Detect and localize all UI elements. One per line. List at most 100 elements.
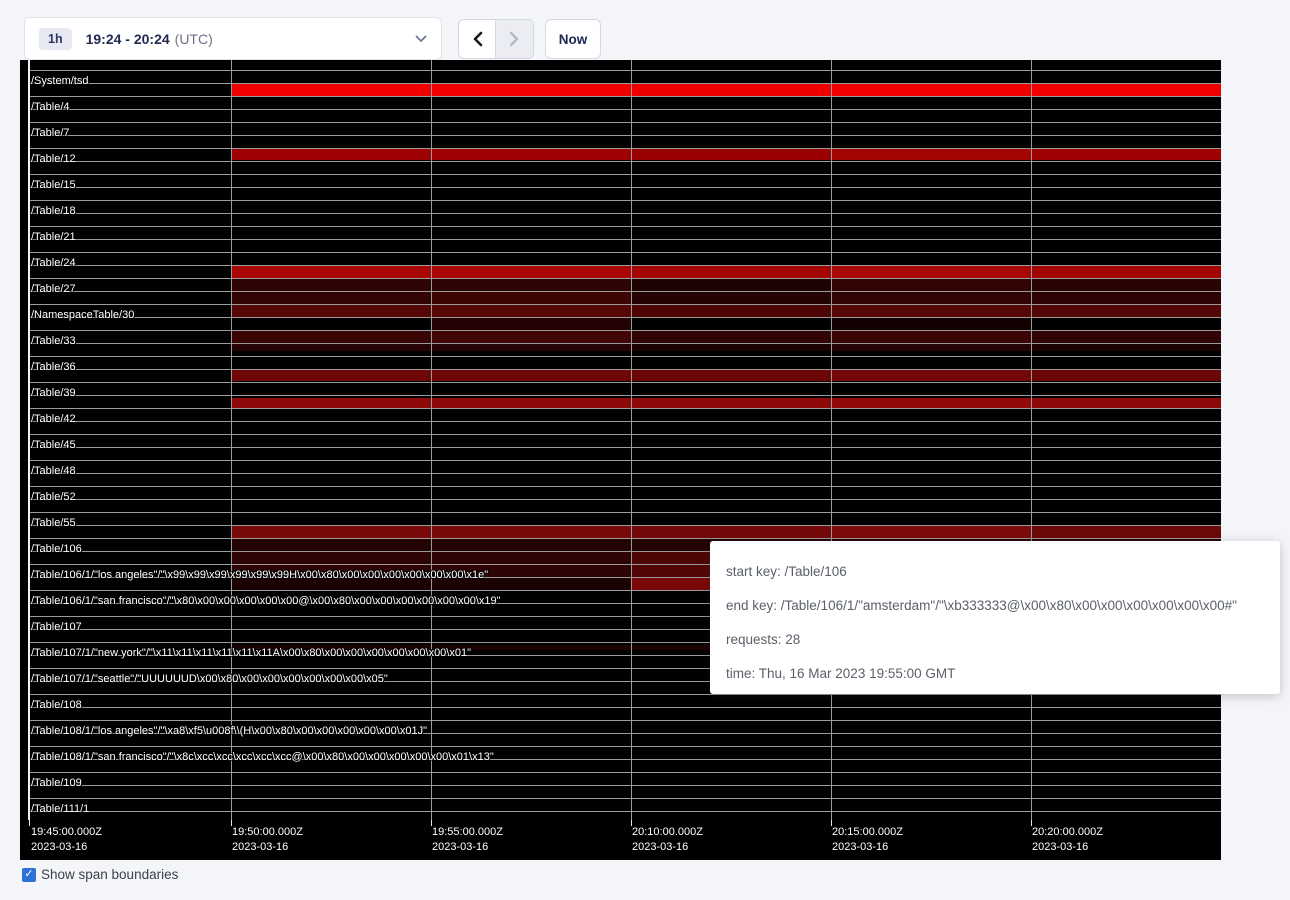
x-tick-label: 19:50:00.000Z2023-03-16 xyxy=(232,825,303,854)
heat-cell[interactable] xyxy=(831,398,1031,409)
row-label: /Table/24 xyxy=(31,257,76,270)
heat-cell[interactable] xyxy=(1031,526,1221,538)
heat-cell[interactable] xyxy=(631,266,831,278)
row-label: /Table/108/1/"san francisco"/"\x8c\xcc\x… xyxy=(31,751,494,764)
show-span-boundaries[interactable]: ✓ Show span boundaries xyxy=(22,867,178,882)
heat-cell[interactable] xyxy=(431,292,631,304)
heat-cell[interactable] xyxy=(631,84,831,96)
heat-cell[interactable] xyxy=(231,266,431,278)
heat-cell[interactable] xyxy=(1031,318,1221,330)
heat-cell[interactable] xyxy=(431,84,631,96)
show-span-boundaries-checkbox[interactable]: ✓ xyxy=(22,868,36,882)
heat-cell[interactable] xyxy=(831,84,1031,96)
x-tick-label: 19:55:00.000Z2023-03-16 xyxy=(432,825,503,854)
heat-band[interactable] xyxy=(231,370,1221,381)
heat-cell[interactable] xyxy=(631,331,831,343)
heat-band[interactable] xyxy=(231,266,1221,278)
heat-cell[interactable] xyxy=(1031,149,1221,160)
chevron-left-icon xyxy=(472,31,483,47)
heat-band[interactable] xyxy=(231,526,1221,538)
row-label: /Table/106/1/"los angeles"/"\x99\x99\x99… xyxy=(31,569,488,582)
heat-cell[interactable] xyxy=(1031,331,1221,343)
tooltip-time: time: Thu, 16 Mar 2023 19:55:00 GMT xyxy=(726,656,1264,690)
heat-cell[interactable] xyxy=(1031,398,1221,409)
row-label: /Table/7 xyxy=(31,127,70,140)
heat-cell[interactable] xyxy=(231,305,431,317)
heat-cell[interactable] xyxy=(1031,305,1221,317)
heat-cell[interactable] xyxy=(831,344,1031,351)
heat-cell[interactable] xyxy=(831,370,1031,381)
heat-cell[interactable] xyxy=(231,344,431,351)
heat-cell[interactable] xyxy=(431,344,631,351)
time-range-selector[interactable]: 1h 19:24 - 20:24(UTC) xyxy=(24,17,442,60)
heat-cell[interactable] xyxy=(431,305,631,317)
heat-cell[interactable] xyxy=(431,370,631,381)
heat-cell[interactable] xyxy=(431,318,631,330)
key-visualizer-page: 1h 19:24 - 20:24(UTC) Now /System/tsd/Ta… xyxy=(0,0,1290,900)
heat-cell[interactable] xyxy=(1031,279,1221,291)
heat-cell[interactable] xyxy=(231,149,431,160)
heat-cell[interactable] xyxy=(1031,344,1221,351)
heat-band[interactable] xyxy=(231,305,1221,317)
heat-cell[interactable] xyxy=(631,279,831,291)
heat-cell[interactable] xyxy=(231,84,431,96)
heat-cell[interactable] xyxy=(831,331,1031,343)
heatmap-canvas[interactable]: /System/tsd/Table/4/Table/7/Table/12/Tab… xyxy=(20,60,1221,820)
heat-cell[interactable] xyxy=(831,305,1031,317)
heat-cell[interactable] xyxy=(631,149,831,160)
heat-cell[interactable] xyxy=(631,370,831,381)
heat-cell[interactable] xyxy=(631,292,831,304)
heat-cell[interactable] xyxy=(231,318,431,330)
heat-band[interactable] xyxy=(231,149,1221,160)
heat-cell[interactable] xyxy=(631,318,831,330)
next-range-button[interactable] xyxy=(496,19,534,59)
heat-cell[interactable] xyxy=(431,539,631,551)
heat-band[interactable] xyxy=(231,318,1221,330)
key-visualizer-heatmap[interactable]: /System/tsd/Table/4/Table/7/Table/12/Tab… xyxy=(20,60,1221,860)
heat-cell[interactable] xyxy=(431,331,631,343)
heat-cell[interactable] xyxy=(231,526,431,538)
heat-band[interactable] xyxy=(231,84,1221,96)
heat-band[interactable] xyxy=(231,344,1221,351)
row-label: /System/tsd xyxy=(31,75,88,88)
heat-cell[interactable] xyxy=(231,398,431,409)
heat-cell[interactable] xyxy=(231,370,431,381)
heat-band[interactable] xyxy=(231,279,1221,291)
prev-range-button[interactable] xyxy=(458,19,496,59)
heat-cell[interactable] xyxy=(431,266,631,278)
heat-cell[interactable] xyxy=(631,526,831,538)
heat-cell[interactable] xyxy=(1031,84,1221,96)
heat-cell[interactable] xyxy=(1031,266,1221,278)
row-label: /Table/106 xyxy=(31,543,82,556)
heat-cell[interactable] xyxy=(231,552,431,564)
heat-cell[interactable] xyxy=(231,539,431,551)
column-boundary-line xyxy=(831,60,832,820)
heat-cell[interactable] xyxy=(431,526,631,538)
heat-cell[interactable] xyxy=(431,552,631,564)
heat-cell[interactable] xyxy=(431,279,631,291)
heat-band[interactable] xyxy=(231,398,1221,409)
heat-cell[interactable] xyxy=(431,398,631,409)
row-label: /Table/106/1/"san francisco"/"\x80\x00\x… xyxy=(31,595,501,608)
heat-cell[interactable] xyxy=(831,318,1031,330)
heat-cell[interactable] xyxy=(831,266,1031,278)
heat-cell[interactable] xyxy=(831,149,1031,160)
heat-cell[interactable] xyxy=(231,331,431,343)
heat-cell[interactable] xyxy=(831,526,1031,538)
heat-band[interactable] xyxy=(231,292,1221,304)
heat-cell[interactable] xyxy=(631,344,831,351)
now-button[interactable]: Now xyxy=(545,19,601,59)
heat-cell[interactable] xyxy=(831,292,1031,304)
row-label: /Table/55 xyxy=(31,517,76,530)
heat-cell[interactable] xyxy=(431,149,631,160)
heat-cell[interactable] xyxy=(631,398,831,409)
heat-cell[interactable] xyxy=(631,305,831,317)
heat-cell[interactable] xyxy=(231,279,431,291)
heat-cell[interactable] xyxy=(1031,292,1221,304)
tooltip-start-key: start key: /Table/106 xyxy=(726,554,1264,588)
heat-cell[interactable] xyxy=(831,279,1031,291)
heat-cell[interactable] xyxy=(1031,370,1221,381)
heat-cell[interactable] xyxy=(231,292,431,304)
row-label: /NamespaceTable/30 xyxy=(31,309,134,322)
heat-band[interactable] xyxy=(231,331,1221,343)
